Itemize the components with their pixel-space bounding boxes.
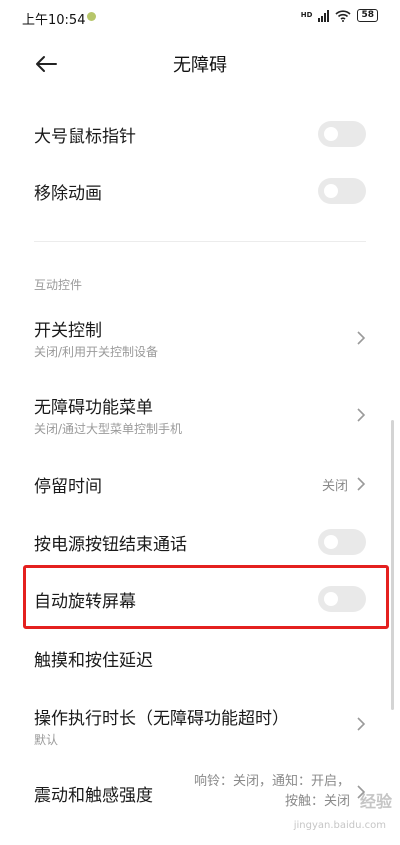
setting-subtitle: 关闭/利用开关控制设备 <box>34 345 159 359</box>
status-bar: 上午10:54 HD 58 <box>0 0 400 34</box>
setting-title: 操作执行时长（无障碍功能超时） <box>34 709 289 729</box>
setting-subtitle: 关闭/通过大型菜单控制手机 <box>34 422 183 436</box>
chevron-right-icon <box>357 717 366 731</box>
large-pointer-toggle[interactable] <box>318 121 366 147</box>
battery-icon: 58 <box>357 9 378 22</box>
setting-title: 大号鼠标指针 <box>34 127 136 147</box>
power-ends-call-toggle[interactable] <box>318 529 366 555</box>
setting-row-accessibility-menu[interactable]: 无障碍功能菜单 关闭/通过大型菜单控制手机 <box>0 389 400 445</box>
setting-row-switch-access[interactable]: 开关控制 关闭/利用开关控制设备 <box>0 312 400 368</box>
vibration-value: 响铃：关闭，通知：开启， 按触：关闭 <box>190 772 350 812</box>
setting-row-dwell-time[interactable]: 停留时间 关闭 <box>0 464 400 504</box>
watermark-url: jingyan.baidu.com <box>293 820 386 831</box>
setting-row-power-ends-call[interactable]: 按电源按钮结束通话 <box>0 522 400 562</box>
setting-title: 移除动画 <box>34 184 102 204</box>
status-icons: HD 58 <box>301 9 378 22</box>
setting-title: 按电源按钮结束通话 <box>34 535 187 555</box>
setting-title: 停留时间 <box>34 477 102 497</box>
setting-title: 开关控制 <box>34 321 102 341</box>
vibration-value-line1: 响铃：关闭，通知：开启， <box>193 774 350 789</box>
chevron-right-icon <box>357 477 366 491</box>
section-divider <box>34 241 366 242</box>
app-header: 无障碍 <box>0 34 400 94</box>
setting-row-remove-animation[interactable]: 移除动画 <box>0 171 400 211</box>
section-header-interaction: 互动控件 <box>34 278 83 292</box>
setting-row-large-pointer[interactable]: 大号鼠标指针 <box>0 114 400 154</box>
setting-row-action-timeout[interactable]: 操作执行时长（无障碍功能超时） 默认 <box>0 700 400 756</box>
page-title: 无障碍 <box>173 55 227 76</box>
setting-title: 触摸和按住延迟 <box>34 651 153 671</box>
chevron-right-icon <box>357 331 366 345</box>
scrollbar[interactable] <box>391 420 394 710</box>
highlight-box <box>23 565 389 629</box>
vibration-value-line2: 按触：关闭 <box>284 794 350 809</box>
setting-title: 无障碍功能菜单 <box>34 398 153 418</box>
watermark: 经验 <box>359 792 392 811</box>
setting-value: 关闭 <box>321 479 348 494</box>
notification-icon <box>87 12 96 21</box>
wifi-icon <box>335 9 352 22</box>
chevron-right-icon <box>357 408 366 422</box>
setting-title: 震动和触感强度 <box>34 786 153 806</box>
status-time: 上午10:54 <box>22 13 86 28</box>
signal-icon <box>318 9 330 22</box>
setting-subtitle: 默认 <box>34 733 59 747</box>
setting-row-touch-hold-delay[interactable]: 触摸和按住延迟 <box>0 638 400 678</box>
network-type-label: HD <box>300 11 313 19</box>
remove-animation-toggle[interactable] <box>318 178 366 204</box>
